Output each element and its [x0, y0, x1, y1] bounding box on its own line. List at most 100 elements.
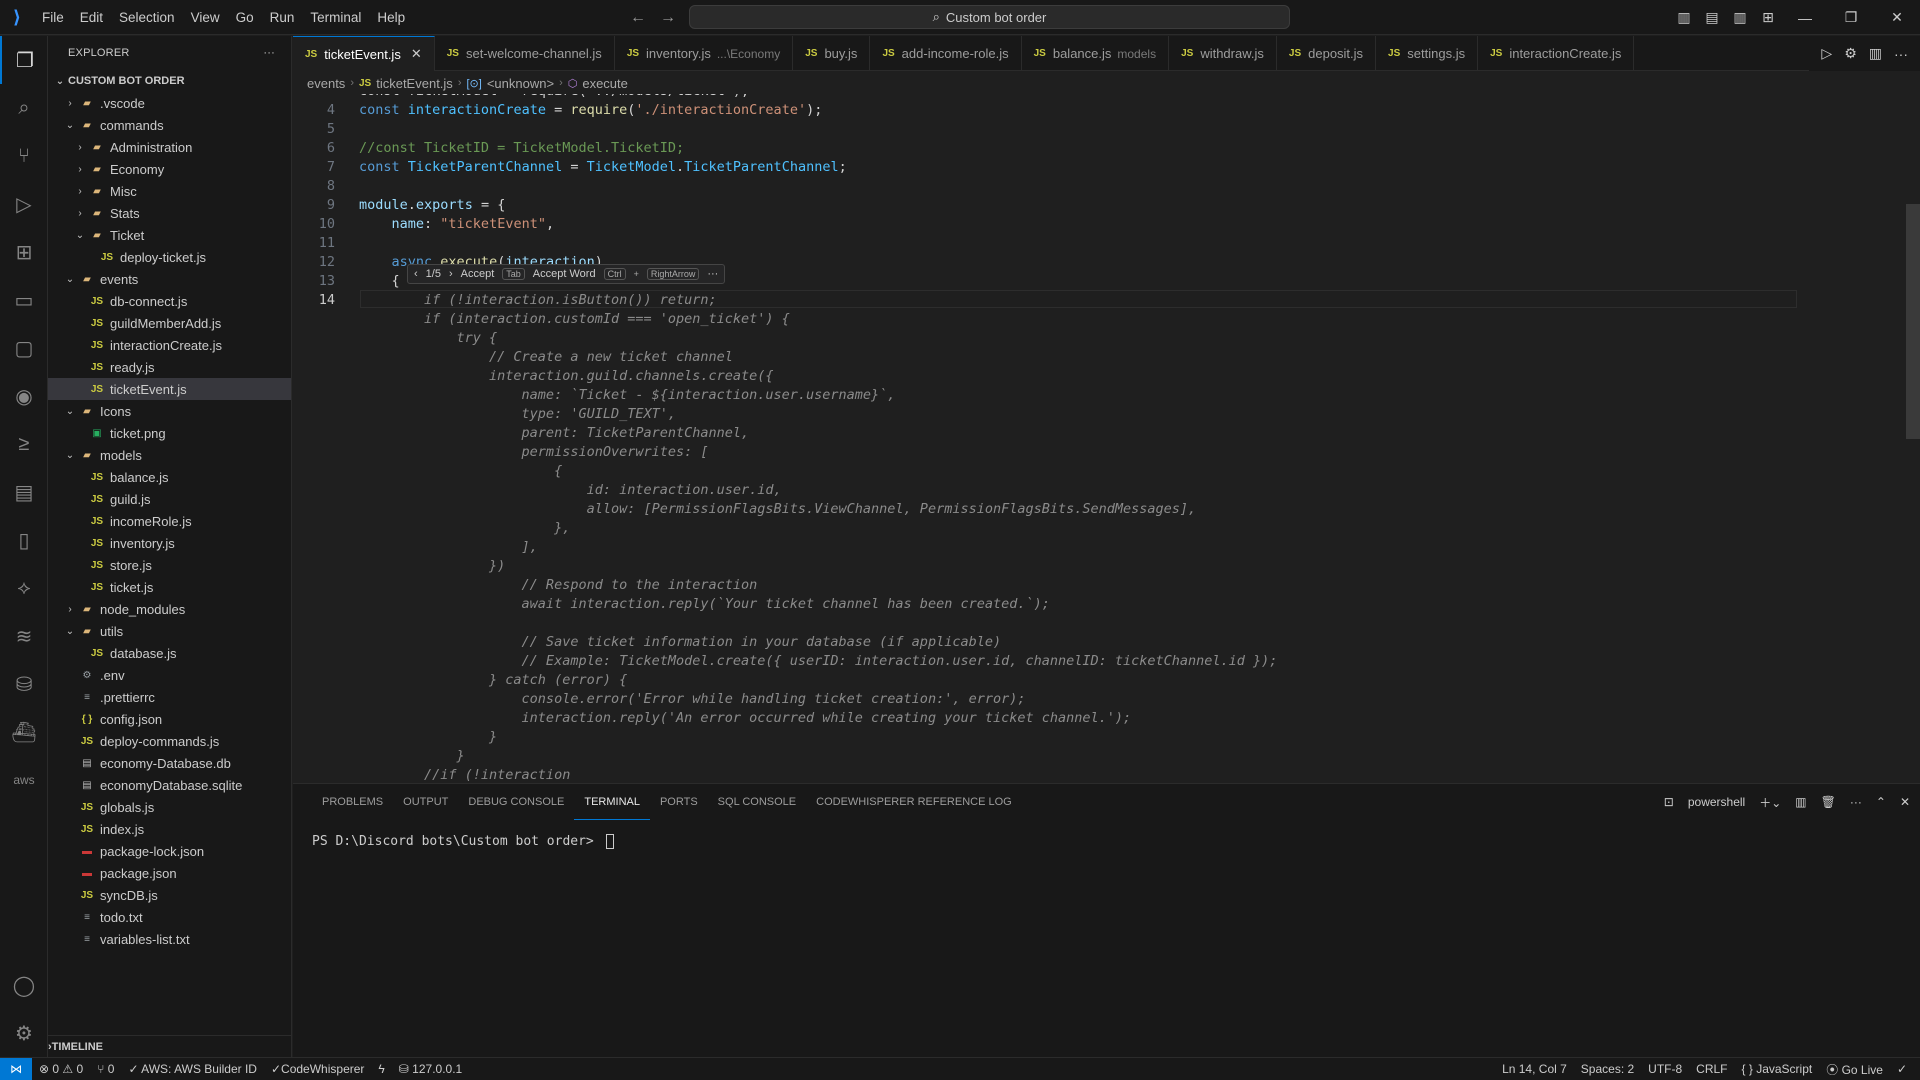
tab-item[interactable]: JS buy.js	[793, 36, 871, 71]
github-icon[interactable]: ◉	[0, 372, 48, 420]
tree-item[interactable]: JS ready.js	[48, 356, 291, 378]
tab-item[interactable]: JS deposit.js	[1277, 36, 1377, 71]
host-status[interactable]: ⛁ 127.0.0.1	[392, 1062, 469, 1076]
menu-go[interactable]: Go	[228, 0, 262, 35]
tree-item[interactable]: JS guildMemberAdd.js	[48, 312, 291, 334]
tree-item[interactable]: JS balance.js	[48, 466, 291, 488]
notifications-icon[interactable]: ✓	[1890, 1062, 1914, 1076]
search-view-icon[interactable]: ⌕	[0, 84, 48, 132]
terminal-output[interactable]: PS D:\Discord bots\Custom bot order>	[312, 834, 614, 849]
more-icon[interactable]: ···	[1894, 46, 1908, 62]
tree-item[interactable]: ▣ ticket.png	[48, 422, 291, 444]
tree-item[interactable]: ≡ variables-list.txt	[48, 928, 291, 950]
menu-selection[interactable]: Selection	[111, 0, 183, 35]
maximize-panel-icon[interactable]: ⌃	[1876, 795, 1886, 809]
source-control-icon[interactable]: ⑂	[0, 132, 48, 180]
tab-item[interactable]: JS ticketEvent.js ✕	[293, 36, 435, 71]
back-arrow-icon[interactable]: ←	[630, 9, 646, 27]
tree-item[interactable]: ▬ package.json	[48, 862, 291, 884]
breadcrumb-file[interactable]: ticketEvent.js	[376, 76, 453, 91]
tab-item[interactable]: JS withdraw.js	[1169, 36, 1277, 71]
tab-item[interactable]: JS settings.js	[1376, 36, 1479, 71]
accept-button[interactable]: Accept	[461, 268, 495, 280]
tree-item[interactable]: ⌄ ▰ commands	[48, 114, 291, 136]
tree-item[interactable]: JS database.js	[48, 642, 291, 664]
tab-item[interactable]: JS set-welcome-channel.js	[435, 36, 615, 71]
indentation[interactable]: Spaces: 2	[1574, 1062, 1641, 1076]
code-editor[interactable]: const TicketModel = require('../models/t…	[293, 94, 1920, 782]
cursor-position[interactable]: Ln 14, Col 7	[1495, 1062, 1574, 1076]
panel-tab[interactable]: PORTS	[650, 784, 708, 820]
terminal-view-icon[interactable]: ≥	[0, 420, 48, 468]
suggestion-more-icon[interactable]: ···	[707, 268, 718, 280]
toggle-secondary-sidebar-icon[interactable]: ▥	[1726, 9, 1754, 26]
timeline-section[interactable]: › TIMELINE	[48, 1035, 292, 1057]
tab-item[interactable]: JS inventory.js ...\Economy	[615, 36, 794, 71]
menu-edit[interactable]: Edit	[72, 0, 111, 35]
menu-file[interactable]: File	[34, 0, 72, 35]
panel-tab[interactable]: DEBUG CONSOLE	[458, 784, 574, 820]
customize-layout-icon[interactable]: ⊞	[1754, 9, 1782, 26]
breadcrumb-folder[interactable]: events	[307, 76, 345, 91]
close-tab-icon[interactable]: ✕	[411, 46, 422, 62]
accounts-icon[interactable]: ◯	[0, 961, 48, 1009]
tree-item[interactable]: JS ticketEvent.js	[48, 378, 291, 400]
tree-item[interactable]: › ▰ Economy	[48, 158, 291, 180]
manage-gear-icon[interactable]: ⚙	[0, 1009, 48, 1057]
panel-tab[interactable]: CODEWHISPERER REFERENCE LOG	[806, 784, 1022, 820]
tab-item[interactable]: JS interactionCreate.js	[1478, 36, 1635, 71]
toggle-panel-icon[interactable]: ▤	[1698, 9, 1726, 26]
tree-item[interactable]: JS syncDB.js	[48, 884, 291, 906]
aws-icon[interactable]: aws	[0, 756, 48, 804]
tree-item[interactable]: { } config.json	[48, 708, 291, 730]
tree-item[interactable]: JS deploy-commands.js	[48, 730, 291, 752]
menu-run[interactable]: Run	[262, 0, 303, 35]
run-debug-icon[interactable]: ▷	[0, 180, 48, 228]
tree-item[interactable]: JS interactionCreate.js	[48, 334, 291, 356]
lightning-icon[interactable]: ϟ	[371, 1062, 391, 1076]
panel-tab[interactable]: OUTPUT	[393, 784, 458, 820]
problems-status[interactable]: ⊗ 0 ⚠ 0	[32, 1062, 90, 1076]
tree-item[interactable]: ⌄ ▰ utils	[48, 620, 291, 642]
tree-item[interactable]: ⌄ ▰ models	[48, 444, 291, 466]
panels-icon[interactable]: ▤	[0, 468, 48, 516]
split-terminal-icon[interactable]: ▥	[1795, 795, 1806, 809]
go-live[interactable]: ⦿ Go Live	[1819, 1061, 1890, 1078]
forward-arrow-icon[interactable]: →	[660, 9, 676, 27]
layers-icon[interactable]: ≋	[0, 612, 48, 660]
breadcrumb-symbol[interactable]: <unknown>	[487, 76, 554, 91]
tree-item[interactable]: ≡ todo.txt	[48, 906, 291, 928]
remote-indicator-icon[interactable]: ⋈	[0, 1058, 32, 1080]
tab-item[interactable]: JS add-income-role.js	[870, 36, 1022, 71]
panel-more-icon[interactable]: ···	[1850, 795, 1862, 809]
tree-item[interactable]: ≡ .prettierrc	[48, 686, 291, 708]
tree-item[interactable]: › ▰ Stats	[48, 202, 291, 224]
tree-item[interactable]: ⌄ ▰ Icons	[48, 400, 291, 422]
tree-item[interactable]: ⌄ ▰ events	[48, 268, 291, 290]
line-ending[interactable]: CRLF	[1689, 1062, 1734, 1076]
tree-item[interactable]: JS ticket.js	[48, 576, 291, 598]
tab-item[interactable]: JS balance.js models	[1022, 36, 1170, 71]
tree-item[interactable]: JS store.js	[48, 554, 291, 576]
accept-word-button[interactable]: Accept Word	[533, 268, 596, 280]
terminal-profile-name[interactable]: powershell	[1688, 795, 1745, 809]
editor-scrollbar[interactable]	[1906, 204, 1920, 439]
tree-item[interactable]: › ▰ Administration	[48, 136, 291, 158]
tree-item[interactable]: ⌄ ▰ Ticket	[48, 224, 291, 246]
remote-explorer-icon[interactable]: ▭	[0, 276, 48, 324]
language-mode[interactable]: { } JavaScript	[1735, 1062, 1820, 1076]
aws-status[interactable]: ✓ AWS: AWS Builder ID	[121, 1062, 264, 1076]
minimize-icon[interactable]: —	[1782, 10, 1828, 26]
python-icon[interactable]: ⟡	[0, 564, 48, 612]
explorer-icon[interactable]: ❐	[0, 36, 48, 84]
tree-item[interactable]: ⚙ .env	[48, 664, 291, 686]
database-icon[interactable]: ⛁	[0, 660, 48, 708]
kill-terminal-icon[interactable]: 🗑	[1821, 795, 1836, 809]
panel-tab[interactable]: SQL CONSOLE	[708, 784, 806, 820]
notebook-icon[interactable]: ▯	[0, 516, 48, 564]
command-center-search[interactable]: ⌕ Custom bot order	[689, 5, 1290, 29]
encoding[interactable]: UTF-8	[1641, 1062, 1689, 1076]
new-terminal-icon[interactable]: ＋⌄	[1759, 794, 1781, 811]
tree-item[interactable]: ▬ package-lock.json	[48, 840, 291, 862]
close-panel-icon[interactable]: ✕	[1900, 795, 1910, 809]
